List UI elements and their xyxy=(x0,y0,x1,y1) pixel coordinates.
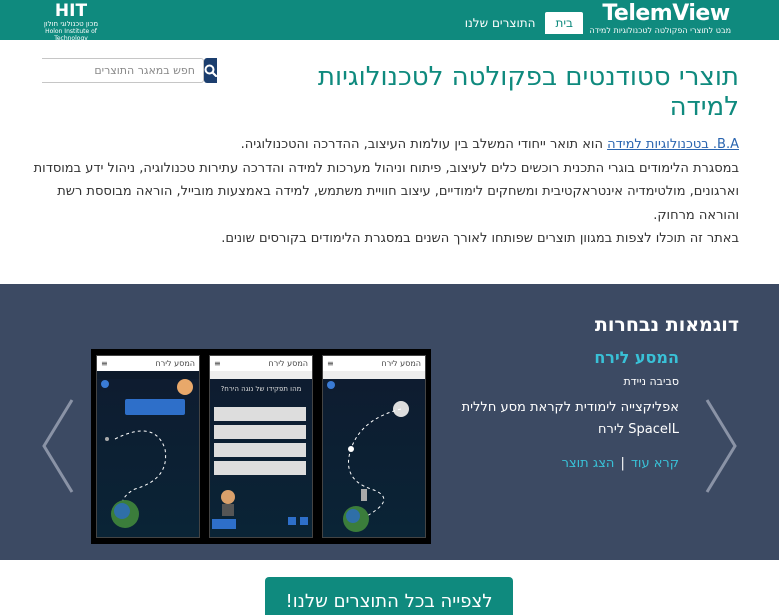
moon-path-illustration xyxy=(327,381,409,532)
app-header: המסע לירח ≡ xyxy=(323,356,425,371)
carousel-next-arrow[interactable] xyxy=(703,396,739,496)
intro-paragraph-2: במסגרת הלימודים בוגרי התכנית רוכשים כלים… xyxy=(33,160,739,223)
brand-tagline: מבט לתוצרי הפקולטה לטכנולוגיות למידה xyxy=(589,26,731,35)
app-subheader xyxy=(210,371,312,379)
showcase-title: דוגמאות נבחרות xyxy=(594,314,739,336)
nav-our-products[interactable]: התוצרים שלנו xyxy=(455,12,546,34)
intro-text: B.A. בטכנולוגיות למידה הוא תואר ייחודי ה… xyxy=(29,133,739,251)
app-screen-body: מהו תפקידו של נוגה הירח? xyxy=(210,379,312,537)
main-nav: בית התוצרים שלנו xyxy=(455,12,583,34)
app-header: המסע לירח ≡ xyxy=(97,356,199,371)
app-subheader xyxy=(323,371,425,379)
view-all-products-button[interactable]: לצפייה בכל התוצרים שלנו! xyxy=(265,577,513,615)
search-button[interactable] xyxy=(204,58,217,83)
intro-line-1: הוא תואר ייחודי המשלב בין עולמות העיצוב,… xyxy=(240,137,608,152)
app-header: המסע לירח ≡ xyxy=(210,356,312,371)
view-product-link[interactable]: הצג תוצר xyxy=(562,456,615,471)
app-title: המסע לירח xyxy=(268,359,308,368)
project-screenshots[interactable]: המסע לירח ≡ המסע לירח ≡ מהו תפקידו של נוגה… xyxy=(91,349,431,544)
search-box xyxy=(42,58,217,83)
project-name[interactable]: המסע לירח xyxy=(594,348,679,367)
search-icon xyxy=(204,64,217,77)
project-links: קרא עוד | הצג תוצר xyxy=(562,456,679,471)
hit-logo[interactable]: HIT מכון טכנולוגי חולון Holon Institute … xyxy=(40,1,102,42)
menu-icon: ≡ xyxy=(327,359,334,368)
quiz-answers xyxy=(212,407,308,529)
showcase-section: דוגמאות נבחרות המסע לירח סביבה ניידת אפל… xyxy=(0,284,779,560)
page-title: תוצרי סטודנטים בפקולטה לטכנולוגיות למידה xyxy=(317,62,739,122)
read-more-link[interactable]: קרא עוד xyxy=(631,456,679,471)
app-screen-2: המסע לירח ≡ מהו תפקידו של נוגה הירח? xyxy=(209,355,313,538)
moon-journey-illustration xyxy=(101,379,193,528)
app-title: המסע לירח xyxy=(381,359,421,368)
carousel-prev-arrow[interactable] xyxy=(40,396,76,496)
app-screen-1: המסע לירח ≡ xyxy=(96,355,200,538)
brand-logo[interactable]: TelemView מבט לתוצרי הפקולטה לטכנולוגיות… xyxy=(589,1,731,38)
hit-logo-english: Holon Institute of Technology xyxy=(45,28,97,42)
nav-home[interactable]: בית xyxy=(545,12,583,34)
project-description: אפליקצייה לימודית לקראת מסע חללית SpaceI… xyxy=(461,400,679,437)
intro-paragraph-1: B.A. בטכנולוגיות למידה הוא תואר ייחודי ה… xyxy=(29,133,739,157)
menu-icon: ≡ xyxy=(101,359,108,368)
brand-name: TelemView xyxy=(602,1,730,26)
app-title: המסע לירח xyxy=(155,359,195,368)
link-separator: | xyxy=(620,456,625,471)
intro-paragraph-3: באתר זה תוכלו לצפות במגוון תוצרים שפותחו… xyxy=(221,231,739,246)
menu-icon: ≡ xyxy=(214,359,221,368)
degree-link[interactable]: B.A. בטכנולוגיות למידה xyxy=(607,137,739,152)
app-screen-body xyxy=(97,379,199,537)
search-input[interactable] xyxy=(42,58,204,83)
hit-logo-mark: HIT xyxy=(54,1,88,21)
quiz-question: מהו תפקידו של נוגה הירח? xyxy=(220,385,302,393)
project-type: סביבה ניידת xyxy=(623,375,679,388)
top-header: TelemView מבט לתוצרי הפקולטה לטכנולוגיות… xyxy=(0,0,779,42)
app-screen-3: המסע לירח ≡ xyxy=(322,355,426,538)
hit-logo-hebrew: מכון טכנולוגי חולון xyxy=(43,20,99,28)
app-screen-body xyxy=(323,379,425,537)
